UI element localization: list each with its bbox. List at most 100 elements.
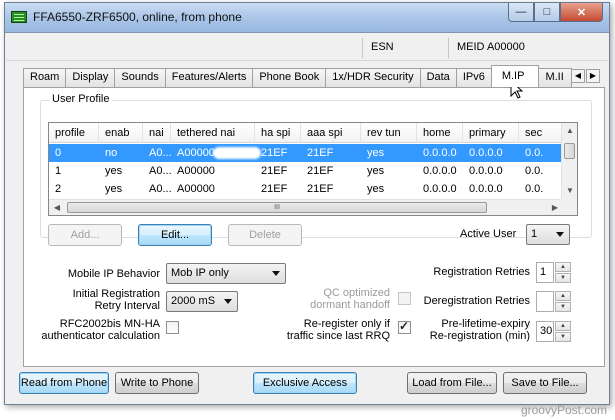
rereg-label-line2: traffic since last RRQ bbox=[286, 330, 390, 342]
prelife-spinner[interactable]: 30 ▲ ▼ bbox=[536, 321, 571, 342]
spin-down-icon[interactable]: ▼ bbox=[555, 332, 571, 342]
esn-label: ESN bbox=[362, 38, 448, 58]
cell-ha-spi: 21EF bbox=[261, 147, 288, 159]
cell-aaa-spi: 21EF bbox=[307, 165, 334, 177]
cell-rev-tun: yes bbox=[367, 147, 385, 159]
edit-profile-button[interactable]: Edit... bbox=[138, 224, 212, 246]
tab-scroll-right-icon[interactable]: ▶ bbox=[586, 69, 600, 83]
tab-mip[interactable]: M.IP bbox=[490, 65, 540, 87]
column-header-nai[interactable]: nai bbox=[143, 123, 171, 143]
meid-label: MEID A00000 bbox=[448, 38, 608, 58]
prelife-value: 30 bbox=[540, 325, 553, 337]
cell-home: 0.0.0.0 bbox=[423, 165, 457, 177]
read-from-phone-button[interactable]: Read from Phone bbox=[19, 372, 109, 394]
column-header-home[interactable]: home bbox=[417, 123, 463, 143]
table-row[interactable]: 2 yes A0... A00000 21EF 21EF yes 0.0.0.0… bbox=[49, 180, 563, 198]
tab-display[interactable]: Display bbox=[65, 68, 116, 87]
column-header-aaa-spi[interactable]: aaa spi bbox=[301, 123, 361, 143]
tab-mii[interactable]: M.II bbox=[538, 68, 573, 87]
active-user-select[interactable]: 1 bbox=[526, 224, 570, 245]
app-window: FFA6550-ZRF6500, online, from phone — □ … bbox=[4, 2, 610, 405]
cell-aaa-spi: 21EF bbox=[307, 147, 334, 159]
init-reg-label-line2: Retry Interval bbox=[94, 300, 160, 312]
list-vertical-scrollbar[interactable]: ▲ ▼ bbox=[561, 123, 577, 199]
tab-scroll-left-icon[interactable]: ◀ bbox=[571, 69, 585, 83]
tab-strip: Roam Display Sounds Features/Alerts Phon… bbox=[23, 65, 573, 87]
cell-primary: 0.0.0.0 bbox=[469, 147, 503, 159]
column-header-primary[interactable]: primary bbox=[463, 123, 519, 143]
spin-down-icon[interactable]: ▼ bbox=[555, 273, 571, 283]
cell-ha-spi: 21EF bbox=[261, 183, 288, 195]
chevron-down-icon bbox=[224, 299, 232, 304]
cell-primary: 0.0.0.0 bbox=[469, 183, 503, 195]
spin-up-icon[interactable]: ▲ bbox=[555, 291, 571, 301]
qc-label-line1: QC optimized bbox=[323, 287, 390, 299]
scroll-up-icon[interactable]: ▲ bbox=[562, 123, 577, 139]
cell-home: 0.0.0.0 bbox=[423, 183, 457, 195]
chevron-down-icon bbox=[272, 271, 280, 276]
user-profile-list[interactable]: profile enab nai tethered nai ha spi aaa… bbox=[48, 122, 578, 216]
chevron-down-icon bbox=[556, 232, 564, 237]
redaction-blur bbox=[213, 147, 261, 159]
scroll-left-icon[interactable]: ◀ bbox=[49, 200, 65, 215]
reg-retries-value: 1 bbox=[540, 266, 547, 278]
mip-behavior-select[interactable]: Mob IP only bbox=[166, 263, 286, 284]
load-from-file-button[interactable]: Load from File... bbox=[407, 372, 497, 394]
tab-roam[interactable]: Roam bbox=[23, 68, 67, 87]
user-profile-group-label: User Profile bbox=[49, 93, 113, 105]
save-to-file-button[interactable]: Save to File... bbox=[503, 372, 587, 394]
column-header-tethered-nai[interactable]: tethered nai bbox=[171, 123, 255, 143]
column-header-ha-spi[interactable]: ha spi bbox=[255, 123, 301, 143]
horizontal-scroll-thumb[interactable]: III bbox=[67, 202, 487, 213]
cell-profile: 0 bbox=[55, 147, 62, 159]
cell-rev-tun: yes bbox=[367, 165, 385, 177]
column-header-profile[interactable]: profile bbox=[49, 123, 99, 143]
write-to-phone-button[interactable]: Write to Phone bbox=[115, 372, 199, 394]
cell-nai: A0... bbox=[149, 147, 171, 159]
init-reg-interval-select[interactable]: 2000 mS bbox=[166, 291, 238, 312]
cell-aaa-spi: 21EF bbox=[307, 183, 334, 195]
scroll-corner bbox=[561, 199, 577, 215]
minimize-button[interactable]: — bbox=[508, 3, 534, 22]
mip-behavior-label: Mobile IP Behavior bbox=[67, 268, 160, 280]
cell-primary: 0.0.0.0 bbox=[469, 165, 503, 177]
spin-up-icon[interactable]: ▲ bbox=[555, 262, 571, 272]
prelife-label-line1: Pre-lifetime-expiry bbox=[441, 318, 530, 330]
tab-ipv6[interactable]: IPv6 bbox=[455, 68, 492, 87]
spin-down-icon[interactable]: ▼ bbox=[555, 302, 571, 312]
tab-features-alerts[interactable]: Features/Alerts bbox=[164, 68, 254, 87]
cell-enab: no bbox=[105, 147, 118, 159]
close-button[interactable]: ✕ bbox=[560, 3, 603, 22]
table-row[interactable]: 0 no A0... A00000 21EF 21EF yes 0.0.0.0 … bbox=[49, 144, 563, 162]
list-horizontal-scrollbar[interactable]: ◀ III ▶ bbox=[49, 199, 563, 215]
cell-enab: yes bbox=[105, 183, 123, 195]
title-bar[interactable]: FFA6550-ZRF6500, online, from phone — □ … bbox=[5, 3, 609, 33]
reg-retries-label: Registration Retries bbox=[433, 266, 530, 278]
delete-profile-button[interactable]: Delete bbox=[228, 224, 302, 246]
tab-hdr-security[interactable]: 1x/HDR Security bbox=[325, 68, 421, 87]
rfc-label-line1: RFC2002bis MN-HA bbox=[59, 318, 160, 330]
scroll-down-icon[interactable]: ▼ bbox=[562, 183, 577, 199]
init-reg-interval-value: 2000 mS bbox=[171, 295, 216, 307]
spin-up-icon[interactable]: ▲ bbox=[555, 321, 571, 331]
active-user-label: Active User bbox=[460, 228, 517, 240]
column-header-rev-tun[interactable]: rev tun bbox=[361, 123, 417, 143]
tab-data[interactable]: Data bbox=[419, 68, 457, 87]
exclusive-access-button[interactable]: Exclusive Access bbox=[253, 372, 357, 394]
rfc-checkbox[interactable] bbox=[166, 321, 179, 334]
column-header-enab[interactable]: enab bbox=[99, 123, 143, 143]
vertical-scroll-thumb[interactable] bbox=[564, 143, 575, 159]
add-profile-button[interactable]: Add... bbox=[48, 224, 122, 246]
cell-nai: A0... bbox=[149, 183, 171, 195]
dereg-retries-spinner[interactable]: ▲ ▼ bbox=[536, 291, 571, 312]
table-row[interactable]: 1 yes A0... A00000 21EF 21EF yes 0.0.0.0… bbox=[49, 162, 563, 180]
info-bar: ESN MEID A00000 bbox=[6, 35, 608, 61]
reg-retries-spinner[interactable]: 1 ▲ ▼ bbox=[536, 262, 571, 283]
column-header-sec[interactable]: sec bbox=[519, 123, 565, 143]
tab-phone-book[interactable]: Phone Book bbox=[252, 68, 327, 87]
tab-sounds[interactable]: Sounds bbox=[114, 68, 166, 87]
prelife-label-line2: Re-registration (min) bbox=[429, 330, 530, 342]
watermark: groovyPost.com bbox=[520, 403, 607, 417]
cell-sec: 0.0. bbox=[525, 183, 544, 195]
maximize-button[interactable]: □ bbox=[534, 3, 560, 22]
